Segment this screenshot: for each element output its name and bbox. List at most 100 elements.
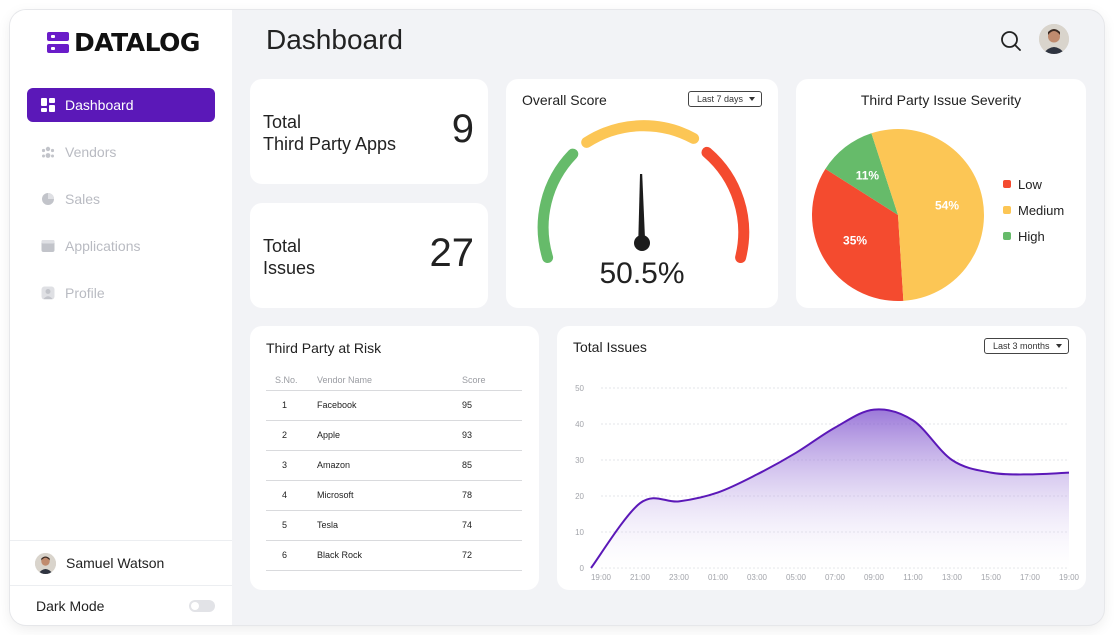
vendor-name: Black Rock xyxy=(317,540,462,571)
legend-label: High xyxy=(1018,228,1045,244)
dark-mode-toggle[interactable] xyxy=(189,600,215,612)
row-number: 2 xyxy=(266,420,317,451)
y-tick-label: 40 xyxy=(575,420,584,429)
gauge-arc-medium xyxy=(581,120,700,148)
sidebar: DATALOG Dashboard Vendors Sales Applicat… xyxy=(10,10,232,625)
x-tick-label: 01:00 xyxy=(708,573,729,582)
logo-text: DATALOG xyxy=(74,28,200,57)
sidebar-item-dashboard[interactable]: Dashboard xyxy=(27,88,215,122)
area-fill xyxy=(591,409,1069,568)
x-tick-label: 13:00 xyxy=(942,573,963,582)
dark-mode-label: Dark Mode xyxy=(36,598,105,614)
total-issues-value: 27 xyxy=(429,231,475,275)
vendor-score: 74 xyxy=(462,510,522,541)
sidebar-nav: Dashboard Vendors Sales Applications Pro… xyxy=(27,88,215,323)
legend-swatch xyxy=(1003,206,1011,214)
vendor-score: 85 xyxy=(462,450,522,481)
overall-score-card: Overall Score Last 7 days 50.5% xyxy=(506,79,778,308)
vendor-name: Amazon xyxy=(317,450,462,481)
legend-label: Medium xyxy=(1018,202,1065,218)
gauge-needle xyxy=(638,174,646,243)
vendor-score: 95 xyxy=(462,390,522,421)
x-tick-label: 19:00 xyxy=(591,573,612,582)
x-tick-label: 03:00 xyxy=(747,573,768,582)
severity-card: Third Party Issue Severity 35% 11% 54% Low… xyxy=(796,79,1086,308)
column-header: Vendor Name xyxy=(317,370,462,391)
legend-swatch xyxy=(1003,180,1011,188)
total-apps-card: Total Third Party Apps 9 xyxy=(250,79,488,184)
x-tick-label: 15:00 xyxy=(981,573,1002,582)
dark-mode-row: Dark Mode xyxy=(10,587,232,625)
row-number: 4 xyxy=(266,480,317,511)
sidebar-item-label: Vendors xyxy=(65,144,117,160)
table-row[interactable]: 6 Black Rock 72 xyxy=(266,540,522,571)
sidebar-item-vendors[interactable]: Vendors xyxy=(27,135,215,169)
vendors-icon xyxy=(41,145,55,159)
row-number: 1 xyxy=(266,390,317,421)
table-row[interactable]: 3 Amazon 85 xyxy=(266,450,522,481)
total-issues-card: Total Issues 27 xyxy=(250,203,488,308)
x-tick-label: 19:00 xyxy=(1059,573,1080,582)
vendor-score: 93 xyxy=(462,420,522,451)
legend-label: Low xyxy=(1018,176,1042,192)
sidebar-item-label: Applications xyxy=(65,238,141,254)
sidebar-item-applications[interactable]: Applications xyxy=(27,229,215,263)
avatar[interactable] xyxy=(1039,24,1069,54)
sidebar-item-label: Profile xyxy=(65,285,105,301)
legend-item-medium: Medium xyxy=(1003,197,1064,223)
row-number: 6 xyxy=(266,540,317,571)
y-tick-label: 0 xyxy=(580,564,585,573)
x-tick-label: 21:00 xyxy=(630,573,651,582)
legend-item-low: Low xyxy=(1003,171,1064,197)
risk-table-card: Third Party at Risk S.No. Vendor Name Sc… xyxy=(250,326,539,590)
sidebar-item-profile[interactable]: Profile xyxy=(27,276,215,310)
column-header: Score xyxy=(462,370,522,391)
gauge-pivot xyxy=(634,235,650,251)
gauge-arc-high xyxy=(701,146,750,263)
risk-table-title: Third Party at Risk xyxy=(266,340,382,356)
profile-icon xyxy=(41,286,55,300)
user-name: Samuel Watson xyxy=(66,555,165,571)
sidebar-item-sales[interactable]: Sales xyxy=(27,182,215,216)
total-apps-value: 9 xyxy=(451,107,474,151)
avatar xyxy=(35,552,56,574)
vendor-name: Facebook xyxy=(317,390,462,421)
sidebar-user[interactable]: Samuel Watson xyxy=(10,540,232,586)
vendor-score: 72 xyxy=(462,540,522,571)
table-header-row: S.No. Vendor Name Score xyxy=(266,370,522,391)
score-value: 50.5% xyxy=(599,257,685,290)
vendor-name: Tesla xyxy=(317,510,462,541)
dashboard-icon xyxy=(41,98,55,112)
x-tick-label: 11:00 xyxy=(903,573,923,582)
x-tick-label: 23:00 xyxy=(669,573,690,582)
x-tick-label: 09:00 xyxy=(864,573,885,582)
x-tick-label: 05:00 xyxy=(786,573,807,582)
search-icon[interactable] xyxy=(1000,30,1022,52)
pie-label-high: 11% xyxy=(856,169,880,183)
x-tick-label: 17:00 xyxy=(1020,573,1041,582)
sidebar-item-label: Sales xyxy=(65,191,101,207)
vendor-name: Microsoft xyxy=(317,480,462,511)
applications-icon xyxy=(41,239,55,253)
gauge-arc-low xyxy=(537,148,579,263)
vendor-name: Apple xyxy=(317,420,462,451)
vendor-score: 78 xyxy=(462,480,522,511)
table-row[interactable]: 1 Facebook 95 xyxy=(266,390,522,421)
total-issues-label: Total Issues xyxy=(263,236,316,278)
pie-label-medium: 54% xyxy=(935,199,959,213)
row-number: 3 xyxy=(266,450,317,481)
y-tick-label: 10 xyxy=(575,528,584,537)
risk-table: S.No. Vendor Name Score 1 Facebook 95 2 App… xyxy=(266,370,522,571)
total-issues-chart-card: Total Issues Last 3 months 0 10 20 30 40 50 19… xyxy=(557,326,1086,590)
table-row[interactable]: 5 Tesla 74 xyxy=(266,510,522,541)
table-row[interactable]: 4 Microsoft 78 xyxy=(266,480,522,511)
logo: DATALOG xyxy=(47,28,200,57)
legend-item-high: High xyxy=(1003,223,1064,249)
y-tick-label: 30 xyxy=(575,456,584,465)
x-tick-label: 07:00 xyxy=(825,573,846,582)
sidebar-item-label: Dashboard xyxy=(65,97,134,113)
table-row[interactable]: 2 Apple 93 xyxy=(266,420,522,451)
severity-legend: Low Medium High xyxy=(1003,171,1064,249)
severity-pie-chart: 35% 11% 54% xyxy=(812,128,985,301)
total-issues-area-chart: 0 10 20 30 40 50 19:00 21:00 23:00 01:00 03:00 05:0… xyxy=(575,384,1080,582)
